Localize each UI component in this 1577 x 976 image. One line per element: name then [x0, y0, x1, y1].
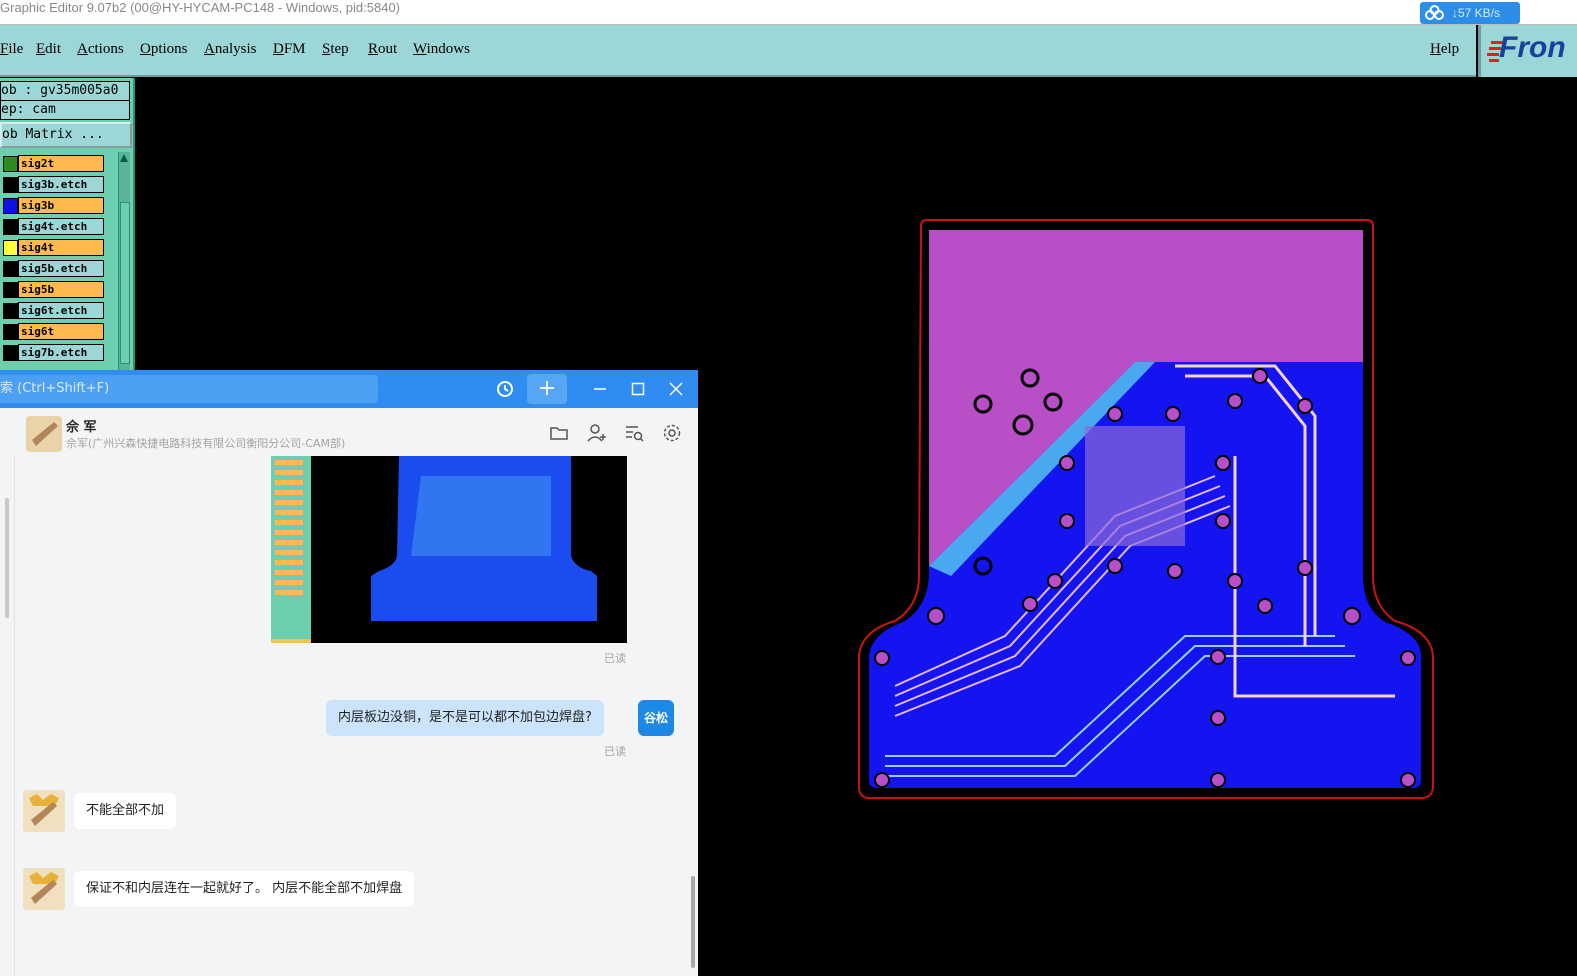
history-icon[interactable] — [490, 374, 520, 404]
menu-edit[interactable]: Edit — [36, 41, 61, 58]
minimize-icon[interactable] — [585, 374, 615, 404]
layer-row[interactable]: sig4t — [0, 238, 116, 257]
layer-row[interactable]: sig6t — [0, 322, 116, 341]
app-logo: Fron — [1478, 25, 1577, 77]
read-status-1: 已读 — [604, 652, 626, 665]
job-matrix-button[interactable]: ob Matrix ... — [0, 122, 132, 148]
layer-color-swatch[interactable] — [3, 240, 18, 256]
layer-row[interactable]: sig3b — [0, 196, 116, 215]
layer-name[interactable]: sig6t — [18, 323, 104, 340]
layer-scroll-thumb[interactable] — [120, 202, 130, 364]
message-scrollbar[interactable] — [690, 456, 696, 976]
scroll-up-arrow-icon[interactable] — [120, 154, 128, 162]
image-message-preview — [271, 456, 597, 643]
layer-name[interactable]: sig3b — [18, 197, 104, 214]
layer-row[interactable]: sig5b — [0, 280, 116, 299]
layer-color-swatch[interactable] — [3, 345, 18, 361]
bga-region — [1085, 426, 1185, 546]
folder-icon[interactable] — [548, 422, 570, 444]
layer-row[interactable]: sig4t.etch — [0, 217, 116, 236]
window-title: Graphic Editor 9.07b2 (00@HY-HYCAM-PC148… — [0, 0, 401, 15]
pcb-board-graphic — [858, 219, 1434, 799]
layer-color-swatch[interactable] — [3, 198, 18, 214]
message-scroll-thumb[interactable] — [691, 876, 695, 968]
layer-color-swatch[interactable] — [3, 156, 18, 172]
layer-name[interactable]: sig7b.etch — [18, 344, 104, 361]
menu-options[interactable]: Options — [140, 41, 188, 58]
layer-row[interactable]: sig6t.etch — [0, 301, 116, 320]
add-member-icon[interactable] — [586, 422, 608, 444]
contact-avatar[interactable] — [26, 416, 62, 452]
menu-help[interactable]: Help — [1430, 41, 1459, 58]
layer-name[interactable]: sig5b — [18, 281, 104, 298]
graphic-canvas[interactable] — [700, 78, 1577, 976]
layer-color-swatch[interactable] — [3, 177, 18, 193]
my-avatar[interactable]: 谷松 — [638, 700, 674, 736]
layer-name[interactable]: sig3b.etch — [18, 176, 104, 193]
logo-text: Fron — [1499, 31, 1566, 64]
layer-color-swatch[interactable] — [3, 282, 18, 298]
layer-row[interactable]: sig3b.etch — [0, 175, 116, 194]
network-speed-widget[interactable]: ↓57 KB/s — [1420, 2, 1520, 24]
chat-search-input[interactable]: 索 (Ctrl+Shift+F) — [0, 375, 378, 403]
download-speed: ↓57 KB/s — [1452, 6, 1501, 20]
contact-name: 佘 军 — [66, 420, 97, 435]
menu-bar: File Edit Actions Options Analysis DFM S… — [0, 25, 1476, 77]
menu-step[interactable]: Step — [322, 41, 349, 58]
layer-panel: ob : gv35m005a0 ep: cam ob Matrix ... si… — [0, 78, 135, 372]
search-history-icon[interactable] — [623, 422, 645, 444]
layer-name[interactable]: sig2t — [18, 155, 104, 172]
contact-avatar-msg-2[interactable] — [23, 868, 65, 910]
layer-color-swatch[interactable] — [3, 324, 18, 340]
close-icon[interactable] — [661, 374, 691, 404]
layer-row[interactable]: sig2t — [0, 154, 116, 173]
layer-color-swatch[interactable] — [3, 261, 18, 277]
job-field: ob : gv35m005a0 — [0, 81, 130, 101]
window-titlebar: Graphic Editor 9.07b2 (00@HY-HYCAM-PC148… — [0, 0, 1577, 25]
menu-file[interactable]: File — [0, 41, 23, 58]
settings-gear-icon[interactable] — [661, 422, 683, 444]
layer-color-swatch[interactable] — [3, 219, 18, 235]
my-message-bubble[interactable]: 内层板边没铜，是不是可以都不加包边焊盘? — [326, 700, 604, 736]
download-speed-value: 57 KB/s — [1458, 6, 1501, 20]
maximize-icon[interactable] — [623, 374, 653, 404]
chat-window: 索 (Ctrl+Shift+F) + 佘 军 佘军(广州兴森快捷电路科技有限公司… — [0, 370, 698, 976]
layer-name[interactable]: sig4t — [18, 239, 104, 256]
contact-avatar-msg-1[interactable] — [23, 790, 65, 832]
cloud-icon — [1425, 5, 1444, 20]
reply-bubble-1[interactable]: 不能全部不加 — [74, 793, 177, 829]
sidebar-scrollbar[interactable] — [0, 408, 15, 976]
add-button[interactable]: + — [527, 374, 567, 404]
chat-header: 佘 军 佘军(广州兴森快捷电路科技有限公司衡阳分公司-CAM部) — [0, 408, 698, 456]
layer-row[interactable]: sig7b.etch — [0, 343, 116, 362]
menu-dfm[interactable]: DFM — [273, 41, 306, 58]
image-message[interactable] — [271, 456, 627, 643]
step-field: ep: cam — [0, 100, 130, 120]
menu-windows[interactable]: Windows — [413, 41, 470, 58]
layer-scrollbar[interactable] — [118, 152, 130, 372]
menu-actions[interactable]: Actions — [77, 41, 124, 58]
sidebar-scroll-thumb[interactable] — [5, 498, 9, 618]
layer-name[interactable]: sig4t.etch — [18, 218, 104, 235]
contact-organization: 佘军(广州兴森快捷电路科技有限公司衡阳分公司-CAM部) — [66, 437, 346, 450]
preview-traces — [411, 476, 551, 556]
chat-toolbar: 索 (Ctrl+Shift+F) + — [0, 370, 698, 408]
reply-bubble-2[interactable]: 保证不和内层连在一起就好了。 内层不能全部不加焊盘 — [74, 871, 415, 907]
layer-name[interactable]: sig5b.etch — [18, 260, 104, 277]
layer-color-swatch[interactable] — [3, 303, 18, 319]
layer-row[interactable]: sig5b.etch — [0, 259, 116, 278]
menu-analysis[interactable]: Analysis — [204, 41, 257, 58]
layer-name[interactable]: sig6t.etch — [18, 302, 104, 319]
message-list[interactable]: 已读 内层板边没铜，是不是可以都不加包边焊盘? 谷松 已读 不能全部不加 保证不… — [14, 456, 690, 976]
read-status-2: 已读 — [604, 745, 626, 758]
menu-rout[interactable]: Rout — [368, 41, 397, 58]
